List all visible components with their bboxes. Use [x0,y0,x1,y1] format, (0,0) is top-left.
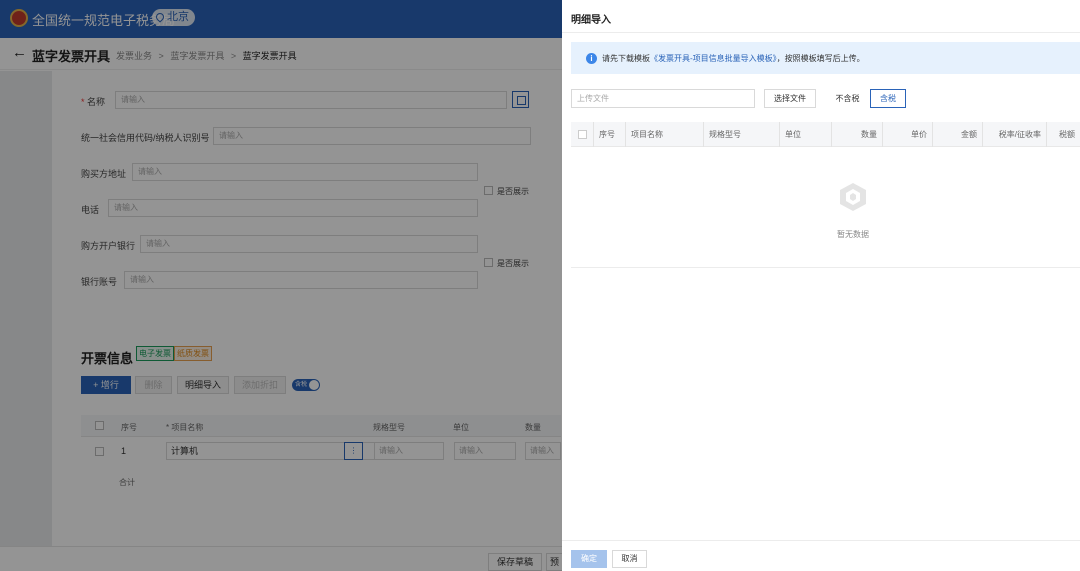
column-header: 数量 [831,122,882,147]
column-header: 规格型号 [703,122,779,147]
notice-suffix: ，按照模板填写后上传。 [776,54,865,63]
table-header: 序号 项目名称 规格型号 单位 数量 单价 金额 税率/征收率 税额 [571,122,1080,147]
column-header: 序号 [593,122,625,147]
drawer-footer: 确定 取消 [562,540,1080,571]
column-header: 金额 [932,122,982,147]
notice-prefix: 请先下载模板 [602,54,650,63]
column-header: 项目名称 [625,122,703,147]
drawer-title: 明细导入 [571,15,611,26]
divider [571,267,1080,268]
choose-file-button[interactable]: 选择文件 [764,89,816,108]
column-header: 单位 [779,122,831,147]
detail-import-drawer: 明细导入 i 请先下载模板《发票开具-项目信息批量导入模板》，按照模板填写后上传… [562,0,1080,571]
info-icon: i [586,53,597,64]
confirm-button[interactable]: 确定 [571,550,607,568]
tax-excluded-option[interactable]: 不含税 [825,89,870,108]
select-all-checkbox[interactable] [578,130,587,139]
empty-state-text: 暂无数据 [837,230,869,239]
modal-overlay[interactable] [0,0,562,571]
column-header: 税额 [1046,122,1080,147]
upload-file-input[interactable]: 上传文件 [571,89,755,108]
import-preview-table: 序号 项目名称 规格型号 单位 数量 单价 金额 税率/征收率 税额 暂无数据 [571,122,1080,268]
cancel-button[interactable]: 取消 [612,550,647,568]
template-download-link[interactable]: 《发票开具-项目信息批量导入模板》 [650,54,777,63]
column-header: 单价 [882,122,932,147]
column-header: 税率/征收率 [982,122,1046,147]
divider [562,32,1080,33]
notice-text: 请先下载模板《发票开具-项目信息批量导入模板》，按照模板填写后上传。 [602,53,865,64]
tax-included-option[interactable]: 含税 [870,89,906,108]
template-notice: i 请先下载模板《发票开具-项目信息批量导入模板》，按照模板填写后上传。 [571,42,1080,74]
empty-box-icon [840,183,866,211]
